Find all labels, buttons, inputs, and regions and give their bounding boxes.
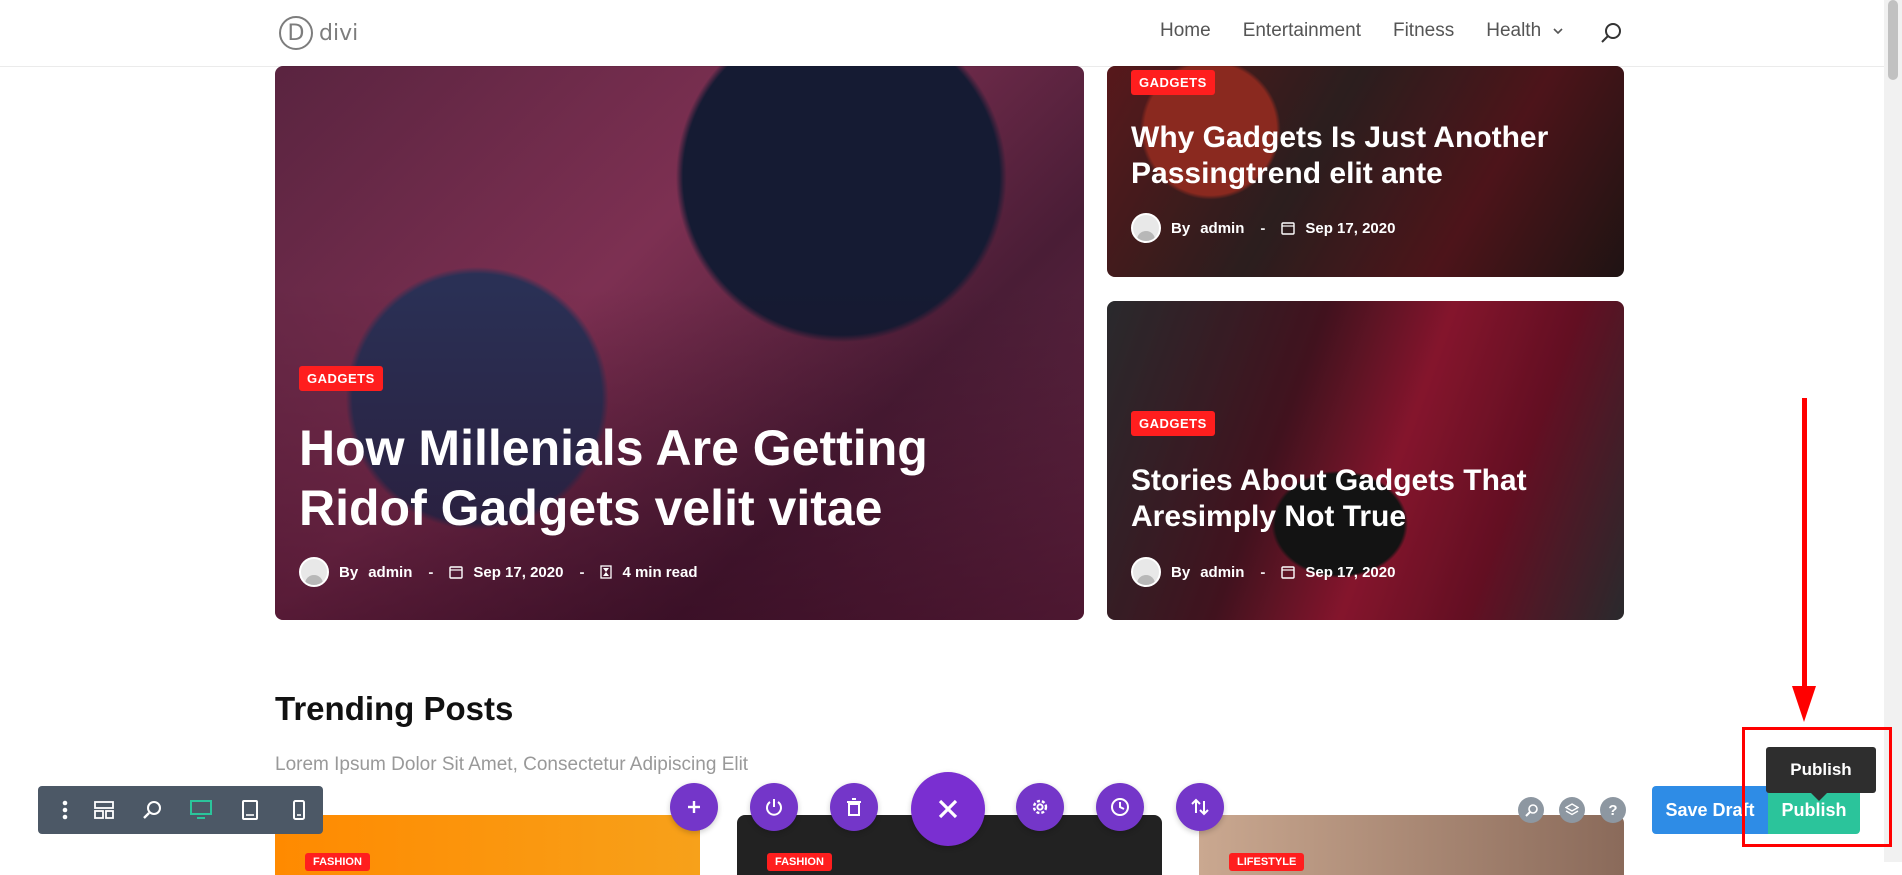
post-date: Sep 17, 2020 [1305,563,1396,581]
power-icon[interactable] [750,783,798,831]
close-icon[interactable] [911,772,985,846]
add-icon[interactable] [670,783,718,831]
post-meta: By admin - Sep 17, 2020 [1131,557,1395,587]
wireframe-view-icon[interactable] [79,786,128,834]
nav-entertainment[interactable]: Entertainment [1243,20,1361,42]
annotation-arrow-line [1802,398,1807,688]
category-badge[interactable]: FASHION [767,853,832,871]
more-options-icon[interactable] [50,786,79,834]
trending-card[interactable]: LIFESTYLE [1199,815,1624,875]
hero-post-card[interactable]: GADGETS How Millenials Are Getting Ridof… [275,66,1084,620]
logo-mark: D [279,16,313,50]
avatar [1131,557,1161,587]
site-logo[interactable]: D divi [279,16,358,50]
history-icon[interactable] [1096,783,1144,831]
post-title[interactable]: How Millenials Are Getting Ridof Gadgets… [299,418,999,538]
post-title[interactable]: Stories About Gadgets That Aresimply Not… [1131,463,1591,535]
hourglass-icon [600,565,613,579]
avatar [299,557,329,587]
author-name[interactable]: admin [1200,564,1244,581]
author-prefix: By [339,563,359,581]
post-date: Sep 17, 2020 [1305,219,1396,237]
author-prefix: By [1171,219,1191,237]
trash-icon[interactable] [830,783,878,831]
phone-view-icon[interactable] [274,786,323,834]
annotation-arrow-head [1792,686,1816,722]
main-nav: Home Entertainment Fitness Health [1160,20,1564,42]
zoom-icon[interactable] [1518,797,1544,823]
nav-home[interactable]: Home [1160,20,1211,42]
side-post-card-bottom[interactable]: GADGETS Stories About Gadgets That Aresi… [1107,301,1624,620]
gear-icon[interactable] [1016,783,1064,831]
scroll-thumb[interactable] [1888,0,1898,80]
calendar-icon [449,566,464,579]
desktop-view-icon[interactable] [177,786,226,834]
logo-text: divi [319,20,359,46]
annotation-highlight-box [1742,727,1892,847]
category-badge[interactable]: LIFESTYLE [1229,853,1305,871]
post-meta: By admin - Sep 17, 2020 - 4 min read [299,557,697,587]
avatar [1131,213,1161,243]
author-name[interactable]: admin [1200,220,1244,237]
zoom-icon[interactable] [128,786,177,834]
post-title[interactable]: Why Gadgets Is Just Another Passingtrend… [1131,120,1591,192]
builder-view-toolbar [38,786,323,834]
calendar-icon [1281,222,1296,235]
category-badge[interactable]: GADGETS [1131,70,1215,95]
nav-fitness[interactable]: Fitness [1393,20,1454,42]
post-date: Sep 17, 2020 [473,563,564,581]
tablet-view-icon[interactable] [226,786,275,834]
meta-separator: - [579,563,585,581]
layers-icon[interactable] [1559,797,1585,823]
author-prefix: By [1171,563,1191,581]
side-post-card-top[interactable]: GADGETS Why Gadgets Is Just Another Pass… [1107,66,1624,277]
meta-separator: - [428,563,434,581]
category-badge[interactable]: GADGETS [299,366,383,391]
calendar-icon [1281,566,1296,579]
sort-arrows-icon[interactable] [1176,783,1224,831]
read-time: 4 min read [622,563,698,581]
category-badge[interactable]: FASHION [305,853,370,871]
meta-separator: - [1260,563,1266,581]
trending-card[interactable]: FASHION [275,815,700,875]
search-icon[interactable] [1600,22,1622,44]
meta-separator: - [1260,219,1266,237]
help-icon[interactable]: ? [1600,797,1626,823]
nav-health-label: Health [1486,20,1542,41]
site-header: D divi Home Entertainment Fitness Health [0,0,1884,66]
chevron-down-icon [1553,28,1564,35]
post-meta: By admin - Sep 17, 2020 [1131,213,1395,243]
section-title: Trending Posts [275,690,514,727]
category-badge[interactable]: GADGETS [1131,411,1215,436]
author-name[interactable]: admin [368,564,412,581]
nav-health[interactable]: Health [1486,20,1564,42]
section-subtitle: Lorem Ipsum Dolor Sit Amet, Consectetur … [275,754,749,775]
